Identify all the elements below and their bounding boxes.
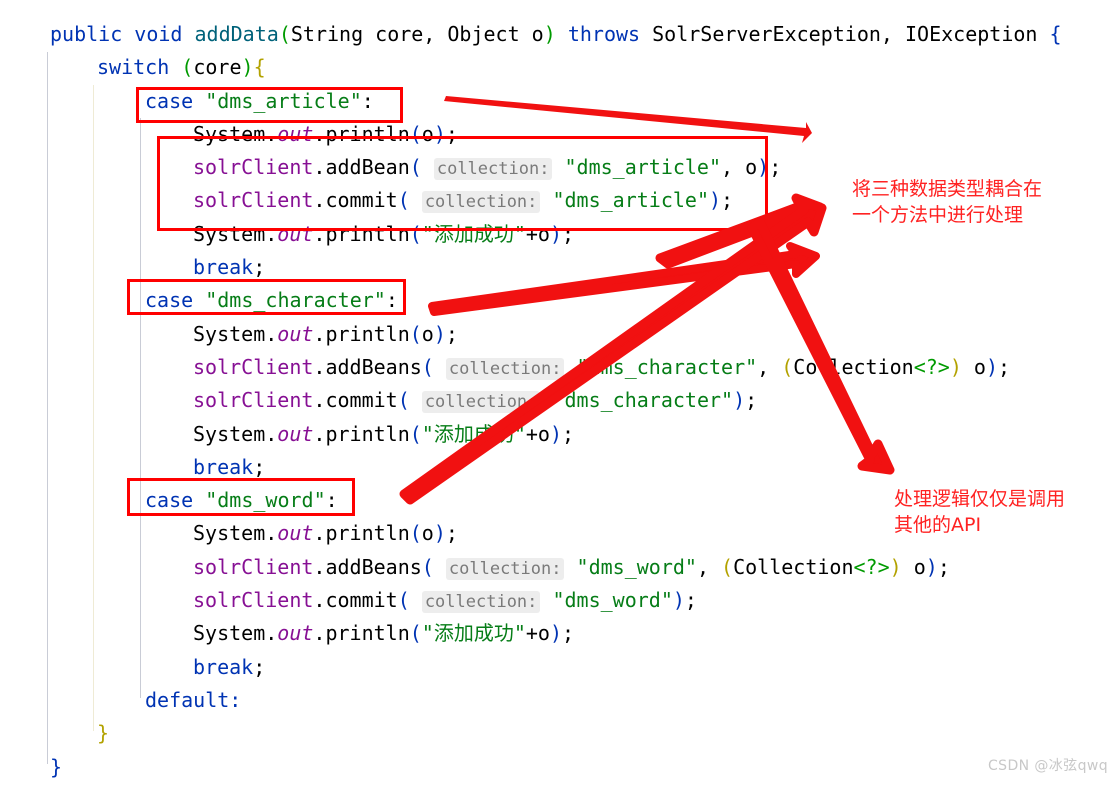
code-line[interactable]: solrClient.commit( collection: "dms_char… — [0, 384, 1118, 417]
annotation-coupling: 将三种数据类型耦合在 一个方法中进行处理 — [852, 178, 1043, 226]
annotation-api-logic: 处理逻辑仅仅是调用 其他的API — [894, 488, 1066, 536]
code-line[interactable]: } — [0, 751, 1118, 784]
code-line[interactable]: System.out.println("添加成功"+o); — [0, 617, 1118, 650]
code-editor[interactable]: public void addData(String core, Object … — [0, 0, 1118, 787]
code-line[interactable]: switch (core){ — [0, 51, 1118, 84]
code-line[interactable]: public void addData(String core, Object … — [0, 18, 1118, 51]
highlight-box-case-article — [136, 87, 403, 123]
code-line[interactable]: solrClient.addBeans( collection: "dms_wo… — [0, 551, 1118, 584]
highlight-box-case-character — [127, 279, 406, 315]
code-line[interactable]: System.out.println("添加成功"+o); — [0, 418, 1118, 451]
code-line[interactable]: break; — [0, 651, 1118, 684]
code-line[interactable]: default: — [0, 684, 1118, 717]
code-line[interactable]: System.out.println(o); — [0, 318, 1118, 351]
code-line[interactable]: solrClient.commit( collection: "dms_word… — [0, 584, 1118, 617]
code-line[interactable]: solrClient.addBeans( collection: "dms_ch… — [0, 351, 1118, 384]
code-line[interactable]: } — [0, 717, 1118, 750]
watermark: CSDN @冰弦qwq — [988, 758, 1108, 774]
code-lines[interactable]: public void addData(String core, Object … — [0, 18, 1118, 784]
highlight-box-case-word — [127, 478, 355, 516]
highlight-box-solr-article — [157, 136, 768, 231]
